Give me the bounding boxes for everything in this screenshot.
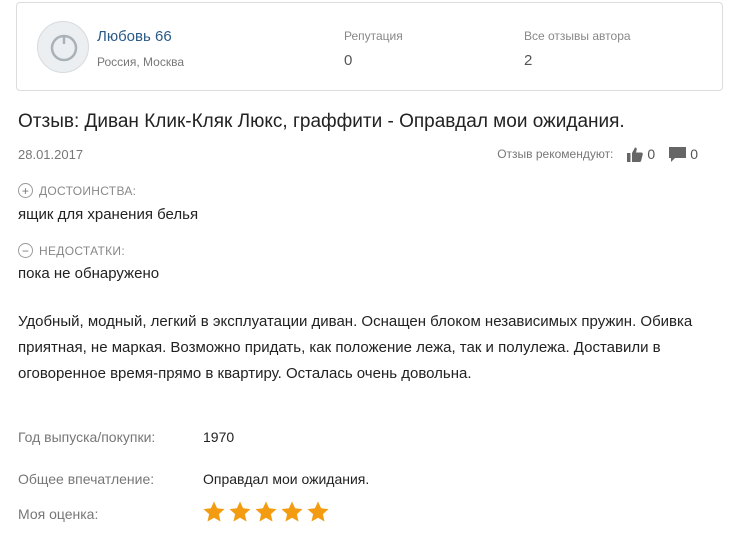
- comments-button[interactable]: 0: [669, 146, 698, 162]
- cons-label: НЕДОСТАТКИ:: [39, 243, 125, 258]
- reputation-value: 0: [344, 52, 353, 69]
- pros-text: ящик для хранения белья: [18, 206, 199, 223]
- year-label: Год выпуска/покупки:: [18, 429, 156, 445]
- cons-text: пока не обнаружено: [18, 265, 160, 282]
- rating-label: Моя оценка:: [18, 506, 99, 522]
- like-button[interactable]: 0: [627, 146, 655, 162]
- rating-stars: [202, 500, 330, 524]
- recommend-bar: Отзыв рекомендуют: 0 0: [497, 146, 698, 162]
- review-title: Отзыв: Диван Клик-Кляк Люкс, граффити - …: [18, 111, 625, 132]
- star-icon: [255, 501, 277, 522]
- recommend-label: Отзыв рекомендуют:: [497, 147, 614, 161]
- likes-count: 0: [647, 146, 656, 162]
- plus-circle-icon: +: [18, 183, 33, 198]
- impression-value: Оправдал мои ожидания.: [203, 471, 370, 487]
- pros-heading: + ДОСТОИНСТВА:: [18, 183, 136, 198]
- author-name-link[interactable]: Любовь 66: [97, 28, 172, 45]
- all-reviews-label: Все отзывы автора: [524, 29, 631, 43]
- review-body: Удобный, модный, легкий в эксплуатации д…: [18, 313, 693, 382]
- thumbs-up-icon: [627, 147, 644, 162]
- author-location: Россия, Москва: [97, 55, 184, 69]
- author-card: Любовь 66 Россия, Москва Репутация 0 Все…: [16, 2, 723, 91]
- year-value: 1970: [203, 429, 235, 445]
- minus-circle-icon: −: [18, 243, 33, 258]
- comments-count: 0: [690, 146, 698, 162]
- avatar[interactable]: [37, 21, 89, 73]
- reputation-label: Репутация: [344, 29, 403, 43]
- cons-heading: − НЕДОСТАТКИ:: [18, 243, 125, 258]
- comment-icon: [669, 146, 687, 162]
- star-icon: [307, 501, 329, 522]
- user-avatar-icon: [50, 34, 78, 62]
- all-reviews-count-link[interactable]: 2: [524, 52, 532, 69]
- review-date: 28.01.2017: [18, 147, 84, 162]
- impression-label: Общее впечатление:: [18, 471, 155, 487]
- star-icon: [281, 501, 303, 522]
- star-icon: [203, 501, 225, 522]
- star-icon: [229, 501, 251, 522]
- pros-label: ДОСТОИНСТВА:: [39, 183, 137, 198]
